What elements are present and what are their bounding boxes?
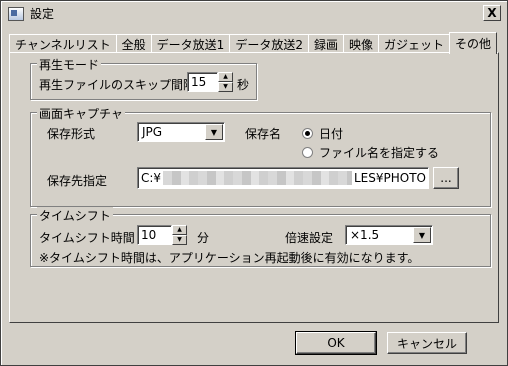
timeshift-label: タイムシフト	[37, 207, 113, 224]
spin-up-icon[interactable]: ▲	[172, 225, 187, 235]
speed-label: 倍速設定	[285, 231, 334, 245]
playback-mode-label: 再生モード	[37, 56, 102, 73]
format-select[interactable]: JPG ▼	[137, 122, 225, 142]
save-path-end: LES¥PHOTO	[354, 171, 426, 185]
tab-general[interactable]: 全般	[115, 34, 152, 53]
tab-recording[interactable]: 録画	[307, 34, 344, 53]
timeshift-note: ※タイムシフト時間は、アプリケーション再起動後に有効になります。	[39, 251, 420, 265]
close-button[interactable]: X	[483, 5, 501, 21]
timeshift-unit-label: 分	[197, 231, 210, 245]
timeshift-time-spinner[interactable]: 10 ▲ ▼	[137, 225, 187, 245]
timeshift-time-label: タイムシフト時間	[39, 231, 135, 245]
timeshift-time-input[interactable]: 10	[137, 225, 172, 245]
format-value: JPG	[142, 125, 163, 139]
dialog-title: 設定	[30, 7, 55, 21]
skip-unit-label: 秒	[237, 78, 250, 92]
save-destination-label: 保存先指定	[47, 174, 108, 188]
redacted-path	[163, 171, 352, 185]
tab-channel-list[interactable]: チャンネルリスト	[9, 34, 117, 53]
radio-filename-label: ファイル名を指定する	[319, 146, 440, 160]
spin-down-icon[interactable]: ▼	[172, 235, 187, 245]
save-path-start: C:¥	[141, 171, 162, 185]
tab-strip: チャンネルリスト 全般 データ放送1 データ放送2 録画 映像 ガジェット その…	[9, 31, 498, 54]
spin-up-icon[interactable]: ▲	[218, 72, 233, 82]
speed-value: ×1.5	[350, 228, 380, 242]
skip-interval-spinner[interactable]: 15 ▲ ▼	[187, 72, 233, 92]
save-name-label: 保存名	[245, 127, 282, 141]
spin-down-icon[interactable]: ▼	[218, 82, 233, 92]
ok-button[interactable]: OK	[295, 331, 377, 355]
format-label: 保存形式	[47, 127, 96, 141]
chevron-down-icon[interactable]: ▼	[413, 227, 431, 243]
speed-select[interactable]: ×1.5 ▼	[345, 225, 433, 245]
chevron-down-icon[interactable]: ▼	[205, 124, 223, 140]
tab-video[interactable]: 映像	[342, 34, 379, 53]
radio-filename[interactable]: ファイル名を指定する	[302, 144, 439, 161]
save-path-field[interactable]: C:¥ LES¥PHOTO	[137, 167, 429, 189]
settings-dialog: 設定 X チャンネルリスト 全般 データ放送1 データ放送2 録画 映像 ガジェ…	[0, 0, 508, 366]
cancel-button[interactable]: キャンセル	[387, 332, 467, 354]
skip-interval-input[interactable]: 15	[187, 72, 218, 92]
radio-date[interactable]: 日付	[302, 125, 343, 142]
radio-date-dot[interactable]	[302, 128, 313, 139]
radio-filename-dot[interactable]	[302, 147, 313, 158]
app-icon	[8, 6, 24, 21]
playback-mode-group: 再生モード 再生ファイルのスキップ間隔 15 ▲ ▼ 秒	[30, 56, 257, 100]
browse-button[interactable]: ...	[433, 167, 459, 189]
tab-other[interactable]: その他	[449, 32, 498, 54]
tab-panel-other: 再生モード 再生ファイルのスキップ間隔 15 ▲ ▼ 秒 画面キャプチャ 保存形式…	[9, 52, 499, 323]
tab-data-broadcast-1[interactable]: データ放送1	[150, 34, 231, 53]
radio-date-label: 日付	[319, 127, 344, 141]
skip-interval-label: 再生ファイルのスキップ間隔	[39, 78, 196, 92]
timeshift-group: タイムシフト タイムシフト時間 10 ▲ ▼ 分 倍速設定 ×1.5 ▼ ※タイム…	[30, 207, 491, 267]
title-bar: 設定 X	[3, 3, 505, 24]
screen-capture-group: 画面キャプチャ 保存形式 JPG ▼ 保存名 日付 ファイル名を指定する 保存先…	[30, 105, 491, 207]
screen-capture-label: 画面キャプチャ	[37, 105, 125, 122]
tab-data-broadcast-2[interactable]: データ放送2	[229, 34, 309, 53]
tab-gadget[interactable]: ガジェット	[377, 34, 450, 53]
